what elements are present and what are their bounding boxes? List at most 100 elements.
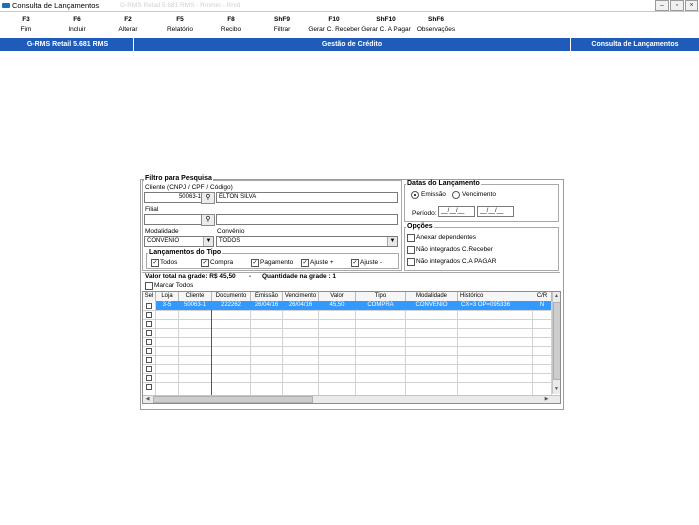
- status-band: G-RMS Retail 5.681 RMS Gestão de Crédito…: [0, 38, 699, 51]
- band-module: Gestão de Crédito: [321, 41, 383, 48]
- tool-fim[interactable]: F3 Fim: [10, 15, 42, 35]
- valor-total-label: Valor total na grade: R$ 45,50: [145, 273, 236, 280]
- radio-emissao[interactable]: [411, 191, 419, 199]
- column-header-loja[interactable]: Loja: [156, 292, 179, 301]
- tool-filtrar[interactable]: ShF9 Filtrar: [266, 15, 298, 35]
- checkbox-marcar-todos[interactable]: [145, 282, 153, 290]
- scroll-right-icon[interactable]: ▶: [543, 396, 550, 403]
- cell-valor: 45,50: [329, 302, 345, 308]
- row-select-checkbox[interactable]: [146, 321, 152, 327]
- horizontal-scroll-thumb[interactable]: [153, 396, 313, 403]
- chevron-down-icon[interactable]: ▼: [203, 237, 213, 246]
- cell-cr: N: [539, 302, 545, 308]
- tool-gerar-pagar[interactable]: ShF10 Gerar C. A Pagar: [358, 15, 414, 35]
- filial-name-input[interactable]: [216, 214, 398, 225]
- column-header-cliente[interactable]: Cliente: [179, 292, 212, 301]
- column-header-historico[interactable]: Histórico: [458, 292, 534, 301]
- column-header-modalidade[interactable]: Modalidade: [406, 292, 458, 301]
- filial-code-input[interactable]: [144, 214, 202, 225]
- tool-label: Alterar: [118, 26, 138, 33]
- tool-relatorio[interactable]: F5 Relatório: [162, 15, 198, 35]
- checkbox-pagamento-label: Pagamento: [260, 259, 294, 266]
- tool-incluir[interactable]: F6 Incluir: [61, 15, 93, 35]
- checkbox-ajuste-menos[interactable]: ✓: [351, 259, 359, 267]
- row-select-checkbox[interactable]: [146, 348, 152, 354]
- tool-alterar[interactable]: F2 Alterar: [112, 15, 144, 35]
- column-header-cr[interactable]: C/R: [533, 292, 552, 301]
- checkbox-nao-integrados-pagar[interactable]: [407, 258, 415, 266]
- tool-label: Observações: [416, 26, 456, 33]
- row-select-checkbox[interactable]: [146, 303, 152, 309]
- band-screen: Consulta de Lançamentos: [591, 41, 679, 48]
- opcoes-title: Opções: [406, 223, 434, 231]
- tool-observacoes[interactable]: ShF6 Observações: [411, 15, 461, 35]
- tool-gerar-receber[interactable]: F10 Gerar C. Receber: [306, 15, 362, 35]
- scroll-up-icon[interactable]: ▲: [553, 293, 560, 300]
- cell-cliente: 50063-1: [183, 302, 207, 308]
- band-app-name: G-RMS Retail 5.681 RMS: [26, 41, 109, 48]
- row-select-checkbox[interactable]: [146, 339, 152, 345]
- window-faint-text: G-RMS Retail 5.681 RMS - Rmmio - Rrvd: [120, 2, 241, 9]
- app-icon: [2, 3, 10, 8]
- tool-recibo[interactable]: F8 Recibo: [215, 15, 247, 35]
- chevron-down-icon[interactable]: ▼: [387, 237, 397, 246]
- tool-label: Filtrar: [273, 26, 291, 33]
- minimize-button[interactable]: –: [655, 0, 669, 11]
- scroll-down-icon[interactable]: ▼: [553, 386, 560, 393]
- checkbox-ajuste-menos-label: Ajuste -: [360, 259, 383, 266]
- row-select-checkbox[interactable]: [146, 366, 152, 372]
- maximize-button[interactable]: ▫: [670, 0, 684, 11]
- tool-label: Relatório: [166, 26, 193, 33]
- checkbox-nao-integrados-pagar-label: Não integrados C.A PAGAR: [416, 258, 497, 265]
- checkbox-nao-integrados-receber[interactable]: [407, 246, 415, 254]
- row-select-checkbox[interactable]: [146, 357, 152, 363]
- toolbar: F3 Fim F6 Incluir F2 Alterar F5 Relatório F8…: [0, 12, 699, 38]
- cliente-code-input[interactable]: 50063-1: [144, 192, 204, 203]
- date-to-input[interactable]: __/__/__: [477, 206, 514, 217]
- convenio-select[interactable]: TODOS: [216, 236, 398, 247]
- column-header-documento[interactable]: Documento: [212, 292, 251, 301]
- checkbox-todos[interactable]: ✓: [151, 259, 159, 267]
- close-button[interactable]: ×: [685, 0, 698, 11]
- cell-loja: 3-5: [162, 302, 172, 308]
- checkbox-ajuste-mais[interactable]: ✓: [301, 259, 309, 267]
- column-header-sel[interactable]: Sel: [143, 292, 156, 301]
- cell-modalidade: CONVENIO: [415, 302, 448, 308]
- tipo-title: Lançamentos do Tipo: [148, 249, 223, 257]
- data-grid[interactable]: Sel Loja Cliente Documento Emissão Venci…: [142, 291, 561, 404]
- modalidade-value: CONVENIO: [147, 238, 180, 244]
- tool-key: F2: [124, 16, 132, 23]
- checkbox-compra[interactable]: ✓: [201, 259, 209, 267]
- scroll-left-icon[interactable]: ◀: [144, 396, 151, 403]
- radio-vencimento[interactable]: [452, 191, 460, 199]
- checkbox-anexar-dependentes[interactable]: [407, 234, 415, 242]
- checkbox-todos-label: Todos: [160, 259, 178, 266]
- row-select-checkbox[interactable]: [146, 312, 152, 318]
- tool-label: Recibo: [220, 26, 242, 33]
- table-row[interactable]: 3-5 50063-1 222262 26/04/16 26/04/16 45,…: [156, 301, 551, 310]
- column-header-tipo[interactable]: Tipo: [356, 292, 406, 301]
- column-header-vencimento[interactable]: Vencimento: [283, 292, 319, 301]
- column-header-emissao[interactable]: Emissão: [251, 292, 283, 301]
- row-select-checkbox[interactable]: [146, 375, 152, 381]
- cell-historico: CX=3 OP=095336: [461, 302, 511, 308]
- summary-dash: -: [249, 273, 252, 280]
- checkbox-anexar-dependentes-label: Anexar dependentes: [416, 234, 476, 241]
- datas-title: Datas do Lançamento: [406, 180, 481, 188]
- tool-label: Gerar C. Receber: [308, 26, 360, 33]
- cell-emissao: 26/04/16: [254, 302, 279, 308]
- tool-key: ShF10: [376, 16, 396, 23]
- checkbox-compra-label: Compra: [210, 259, 234, 266]
- vertical-scroll-thumb[interactable]: [553, 302, 560, 380]
- checkbox-pagamento[interactable]: ✓: [251, 259, 259, 267]
- binoculars-icon[interactable]: ⚲: [201, 214, 215, 226]
- row-select-checkbox[interactable]: [146, 384, 152, 390]
- date-from-input[interactable]: __/__/__: [438, 206, 475, 217]
- title-bar: Consulta de Lançamentos G-RMS Retail 5.6…: [0, 0, 699, 12]
- tool-key: F6: [73, 16, 81, 23]
- row-select-checkbox[interactable]: [146, 330, 152, 336]
- cliente-name-input[interactable]: ELTON SILVA: [216, 192, 398, 203]
- binoculars-icon[interactable]: ⚲: [201, 192, 215, 204]
- tool-key: ShF9: [274, 16, 290, 23]
- column-header-valor[interactable]: Valor: [319, 292, 356, 301]
